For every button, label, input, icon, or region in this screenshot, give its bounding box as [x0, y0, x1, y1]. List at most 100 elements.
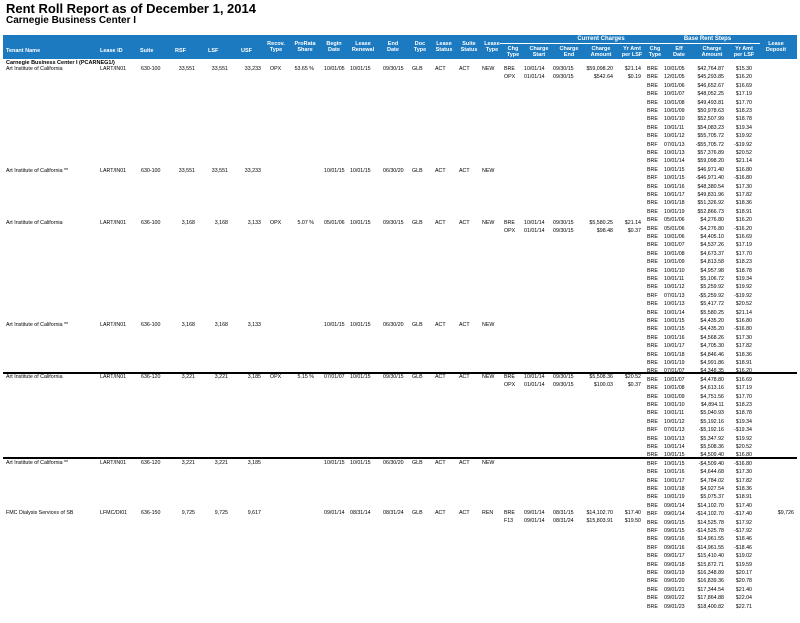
rent-step-cell: $4,537.26: [700, 242, 724, 249]
rent-step-row: BRE 10/01/08 $49,493.81 $17.70: [0, 100, 800, 108]
header-step-chg-type: Chg Type: [648, 46, 662, 58]
rent-step-cell: $19.59: [735, 561, 752, 568]
rent-step-cell: -$19.92: [734, 141, 752, 148]
rent-step-cell: $55,705.72: [697, 133, 724, 140]
rent-step-cell: 10/01/15: [664, 452, 685, 459]
header-lsf: LSF: [208, 48, 219, 54]
rent-step-cell: BRF: [647, 528, 658, 534]
rent-step-cell: BRE: [647, 66, 658, 72]
rent-step-cell: $18.23: [735, 108, 752, 114]
rent-step-row: BRE 10/01/12 $5,192.16 $19.34: [0, 419, 800, 427]
rent-step-row: BRE 09/01/18 $15,872.71 $19.59: [0, 562, 800, 570]
rent-step-cell: $4,673.37: [700, 250, 724, 257]
rent-step-row: BRE 10/01/17 $4,784.02 $17.82: [0, 478, 800, 486]
rent-step-cell: $20.17: [735, 570, 752, 576]
rent-step-cell: 10/01/10: [664, 402, 685, 408]
rent-step-cell: $45,293.85: [697, 74, 724, 81]
rent-step-cell: BRE: [647, 502, 658, 509]
rent-step-cell: 10/01/13: [664, 150, 685, 156]
rent-step-cell: 09/01/14: [664, 502, 685, 509]
rent-step-cell: 10/01/16: [664, 183, 685, 190]
rent-step-cell: $50,978.63: [697, 108, 724, 114]
rent-step-cell: $52,507.99: [697, 116, 724, 123]
rent-step-cell: $4,435.20: [700, 318, 724, 324]
header-charge-amount: Charge Amount: [590, 46, 612, 58]
rent-step-cell: 10/01/10: [664, 267, 685, 274]
rent-step-cell: BRF: [647, 292, 658, 299]
rent-step-cell: $18.46: [735, 536, 752, 543]
rent-step-cell: $21.14: [735, 158, 752, 165]
rent-step-row: BRE 10/01/10 $52,507.99 $18.78: [0, 116, 800, 124]
rent-step-cell: 10/01/18: [664, 200, 685, 207]
rent-step-cell: BRE: [647, 586, 658, 593]
rent-step-cell: $22.71: [735, 603, 752, 610]
rent-step-cell: $18.91: [735, 208, 752, 215]
rent-step-cell: $17.70: [735, 393, 752, 400]
rent-step-row: BRE 10/01/07 $4,478.80 $16.69: [0, 377, 800, 385]
rent-step-cell: $14,961.55: [697, 536, 724, 543]
rent-step-cell: 10/01/08: [664, 99, 685, 106]
rent-step-cell: -$17.40: [734, 511, 752, 518]
rent-step-cell: BRE: [647, 351, 658, 358]
header-charge-end: Charge End: [559, 46, 579, 58]
rent-step-row: BRE 10/01/15 $4,509.40 $16.80: [0, 452, 800, 460]
rent-step-cell: $48,380.54: [697, 183, 724, 190]
rent-step-cell: $15.30: [735, 66, 752, 72]
rent-step-cell: 10/01/12: [664, 418, 685, 425]
rent-step-cell: BRE: [647, 435, 658, 442]
rent-step-cell: BRE: [647, 192, 658, 198]
rent-step-row: BRE 10/01/16 $48,380.54 $17.30: [0, 184, 800, 192]
rent-step-cell: $4,568.26: [700, 334, 724, 341]
rent-step-cell: $19.92: [735, 284, 752, 291]
rent-step-cell: $20.78: [735, 578, 752, 585]
rent-step-cell: 09/01/15: [664, 528, 685, 534]
rent-step-cell: $4,991.86: [700, 360, 724, 366]
rent-step-row: BRE 09/01/14 $14,102.70 $17.40: [0, 503, 800, 511]
rent-step-cell: BRE: [647, 108, 658, 114]
rent-step-cell: BRE: [647, 376, 658, 383]
rent-step-cell: $19.34: [735, 124, 752, 131]
rent-step-row: BRE 09/01/23 $18,400.82 $22.71: [0, 604, 800, 612]
rent-step-cell: $5,259.92: [700, 284, 724, 291]
rent-step-row: BRE 10/01/18 $51,326.92 $18.36: [0, 200, 800, 208]
rent-step-cell: BRE: [647, 334, 658, 341]
rent-step-cell: -$16.20: [734, 225, 752, 232]
rent-step-cell: $17.19: [735, 385, 752, 392]
rent-step-cell: BRE: [647, 250, 658, 257]
rent-step-cell: BRE: [647, 116, 658, 123]
rent-step-cell: $19.34: [735, 418, 752, 425]
rent-step-cell: $17.30: [735, 183, 752, 190]
rent-step-row: BRE 09/01/21 $17,344.54 $21.40: [0, 587, 800, 595]
rent-step-row: BRE 10/01/17 $49,831.96 $17.82: [0, 192, 800, 200]
rent-step-row: BRF 09/01/14 -$14,102.70 -$17.40: [0, 511, 800, 519]
rent-step-row: BRF 10/01/15 -$4,509.40 -$16.80: [0, 461, 800, 469]
rent-step-cell: $18.91: [735, 360, 752, 366]
rent-step-cell: $5,508.36: [700, 444, 724, 450]
rent-step-row: BRE 10/01/14 $5,580.25 $21.14: [0, 310, 800, 318]
rent-step-row: BRE 10/01/09 $50,978.63 $18.23: [0, 108, 800, 116]
header-lease-id: Lease ID: [100, 48, 123, 54]
rent-step-cell: 10/01/15: [664, 460, 685, 467]
rent-step-cell: -$14,525.78: [695, 528, 724, 534]
rent-step-cell: BRE: [647, 217, 658, 224]
header-lease-renewal: Lease Renewal: [351, 41, 375, 53]
header-lease-deposit: Lease Deposit: [765, 41, 787, 53]
rent-step-cell: -$4,435.20: [698, 326, 724, 333]
rent-step-cell: $5,106.72: [700, 276, 724, 282]
rent-step-cell: BRE: [647, 259, 658, 266]
rent-step-cell: BRE: [647, 242, 658, 249]
rent-step-cell: BRE: [647, 519, 658, 526]
header-base-rent-steps: Base Rent Steps: [683, 36, 732, 42]
rent-step-cell: $17.30: [735, 469, 752, 476]
rent-step-cell: $4,405.10: [700, 234, 724, 240]
rent-step-cell: BRE: [647, 318, 658, 324]
rent-step-cell: 09/01/19: [664, 570, 685, 576]
rent-step-row: BRE 10/01/07 $4,537.26 $17.19: [0, 242, 800, 250]
rent-step-cell: 10/01/15: [664, 326, 685, 333]
header-suite-status: Suite Status: [460, 41, 478, 53]
rent-step-cell: $17,344.54: [697, 586, 724, 593]
header-begin-date: Begin Date: [326, 41, 342, 53]
rent-step-cell: BRE: [647, 469, 658, 476]
rent-step-cell: -$4,509.40: [698, 460, 724, 467]
rent-step-cell: -$18.46: [734, 544, 752, 551]
